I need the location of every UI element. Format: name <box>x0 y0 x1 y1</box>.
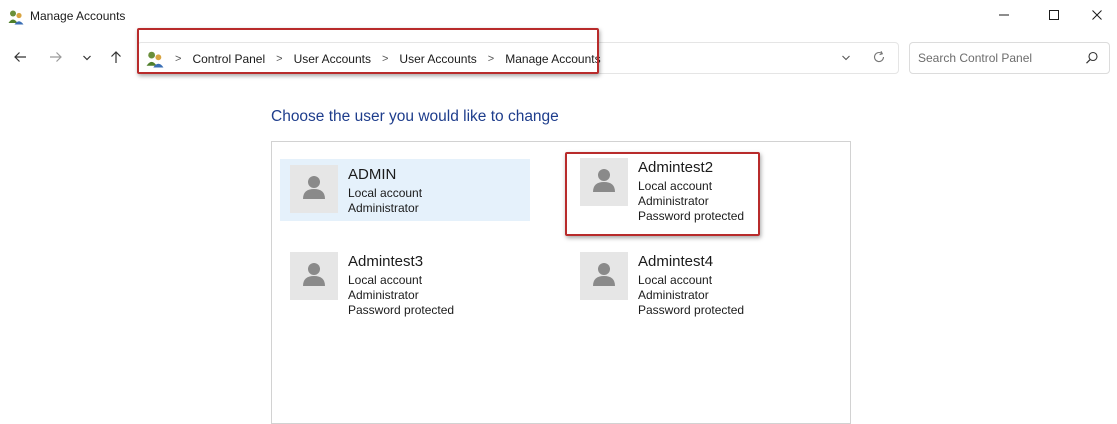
breadcrumb-separator[interactable]: > <box>488 53 494 65</box>
breadcrumb-separator[interactable]: > <box>276 53 282 65</box>
account-type: Local account <box>638 273 713 287</box>
breadcrumb-separator[interactable]: > <box>175 53 181 65</box>
maximize-icon <box>1048 8 1060 26</box>
breadcrumb-user-accounts[interactable]: User Accounts <box>292 51 373 67</box>
account-admintest4[interactable]: Admintest4 Local account Administrator P… <box>570 246 820 317</box>
user-icon <box>589 165 619 200</box>
arrow-left-icon <box>13 50 27 69</box>
account-role: Administrator <box>348 288 419 302</box>
avatar <box>580 158 628 206</box>
search-input[interactable] <box>918 49 1078 67</box>
avatar <box>290 165 338 213</box>
refresh-button[interactable] <box>869 49 889 69</box>
page-title: Choose the user you would like to change <box>271 108 559 125</box>
user-icon <box>589 259 619 294</box>
address-bar[interactable]: > Control Panel > User Accounts > User A… <box>137 42 899 74</box>
account-type: Local account <box>348 273 423 287</box>
account-role: Administrator <box>638 288 709 302</box>
forward-button[interactable] <box>45 48 67 70</box>
account-role: Administrator <box>638 194 709 208</box>
account-password-status: Password protected <box>638 209 745 223</box>
account-type: Local account <box>638 179 713 193</box>
breadcrumb-separator[interactable]: > <box>382 53 388 65</box>
search-box[interactable] <box>909 42 1110 74</box>
user-icon <box>299 172 329 207</box>
recent-locations-button[interactable] <box>76 48 98 70</box>
account-admintest2[interactable]: Admintest2 Local account Administrator P… <box>570 152 820 223</box>
address-dropdown-button[interactable] <box>836 50 856 68</box>
close-button[interactable] <box>1074 0 1117 34</box>
arrow-right-icon <box>49 50 63 69</box>
user-accounts-icon <box>146 50 164 68</box>
close-icon <box>1091 8 1103 26</box>
chevron-down-icon <box>841 50 851 68</box>
up-button[interactable] <box>105 48 127 70</box>
navigation-bar: > Control Panel > User Accounts > User A… <box>0 28 1117 86</box>
account-role: Administrator <box>348 201 419 215</box>
window-title: Manage Accounts <box>30 9 126 23</box>
account-name: Admintest2 <box>638 159 714 176</box>
avatar <box>580 252 628 300</box>
user-accounts-icon <box>8 9 24 25</box>
avatar <box>290 252 338 300</box>
back-button[interactable] <box>9 48 31 70</box>
maximize-button[interactable] <box>1031 0 1077 34</box>
breadcrumb-control-panel[interactable]: Control Panel <box>190 51 267 67</box>
account-name: Admintest3 <box>348 253 424 270</box>
account-password-status: Password protected <box>348 303 455 317</box>
user-icon <box>299 259 329 294</box>
accounts-panel: ADMIN Local account Administrator Admint… <box>271 141 851 424</box>
account-name: Admintest4 <box>638 253 714 270</box>
breadcrumb-manage-accounts[interactable]: Manage Accounts <box>503 51 602 67</box>
refresh-icon <box>872 50 886 69</box>
account-type: Local account <box>348 186 423 200</box>
minimize-button[interactable] <box>981 0 1027 34</box>
arrow-up-icon <box>109 50 123 69</box>
account-admin[interactable]: ADMIN Local account Administrator <box>280 159 530 221</box>
account-password-status: Password protected <box>638 303 745 317</box>
chevron-down-icon <box>82 50 92 68</box>
account-admintest3[interactable]: Admintest3 Local account Administrator P… <box>280 246 530 317</box>
breadcrumb: > Control Panel > User Accounts > User A… <box>146 49 611 69</box>
account-name: ADMIN <box>348 166 397 183</box>
minimize-icon <box>998 8 1010 26</box>
breadcrumb-user-accounts-sub[interactable]: User Accounts <box>397 51 478 67</box>
search-icon[interactable] <box>1085 51 1099 65</box>
title-bar: Manage Accounts <box>0 0 1117 34</box>
